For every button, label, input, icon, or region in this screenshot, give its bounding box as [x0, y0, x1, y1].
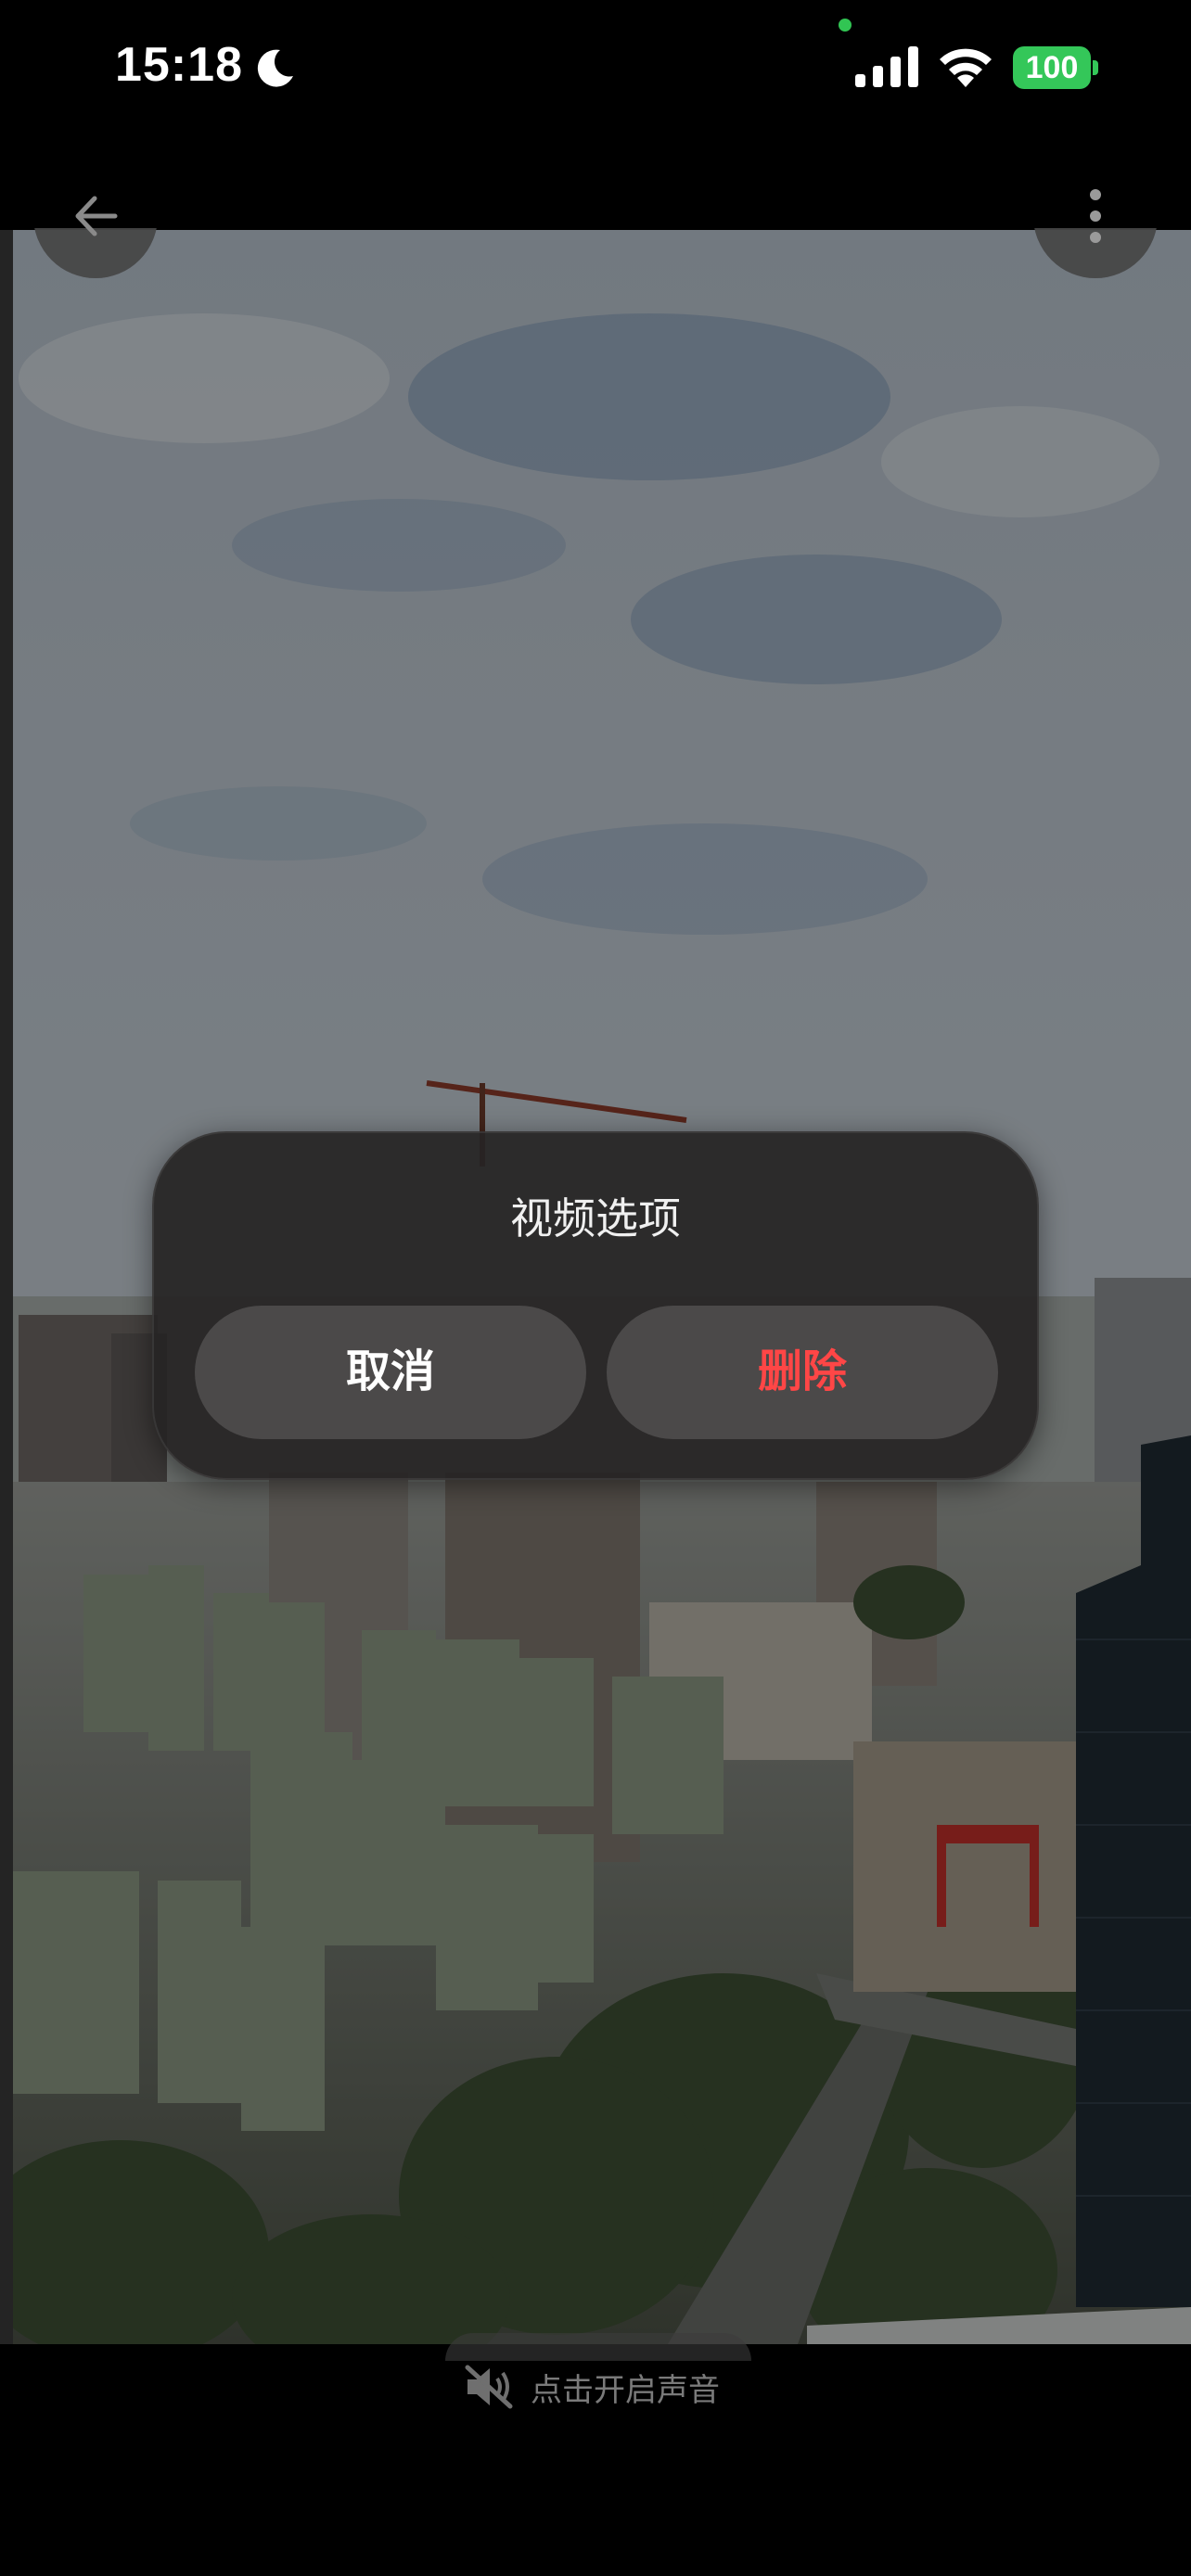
enable-sound-button[interactable]: 点击开启声音 [464, 2363, 720, 2411]
battery-level: 100 [1025, 50, 1079, 85]
mute-icon [465, 2365, 513, 2409]
moon-icon [257, 49, 293, 87]
enable-sound-label: 点击开启声音 [531, 2371, 720, 2409]
battery-indicator: 100 [1013, 46, 1098, 89]
video-options-dialog: 视频选项 取消 删除 [152, 1131, 1039, 1480]
wifi-icon [940, 48, 992, 87]
arrow-left-icon [75, 196, 118, 236]
sound-pill-edge [445, 2333, 751, 2361]
top-bar [0, 139, 1191, 230]
status-bar: 15:18 100 [0, 0, 1191, 139]
delete-button[interactable]: 删除 [607, 1306, 998, 1439]
cancel-button[interactable]: 取消 [195, 1306, 586, 1439]
status-time: 15:18 [115, 38, 243, 92]
camera-indicator-dot [839, 19, 852, 32]
dialog-title: 视频选项 [510, 1193, 681, 1243]
signal-icon [855, 46, 918, 87]
more-vertical-icon [1090, 189, 1101, 243]
